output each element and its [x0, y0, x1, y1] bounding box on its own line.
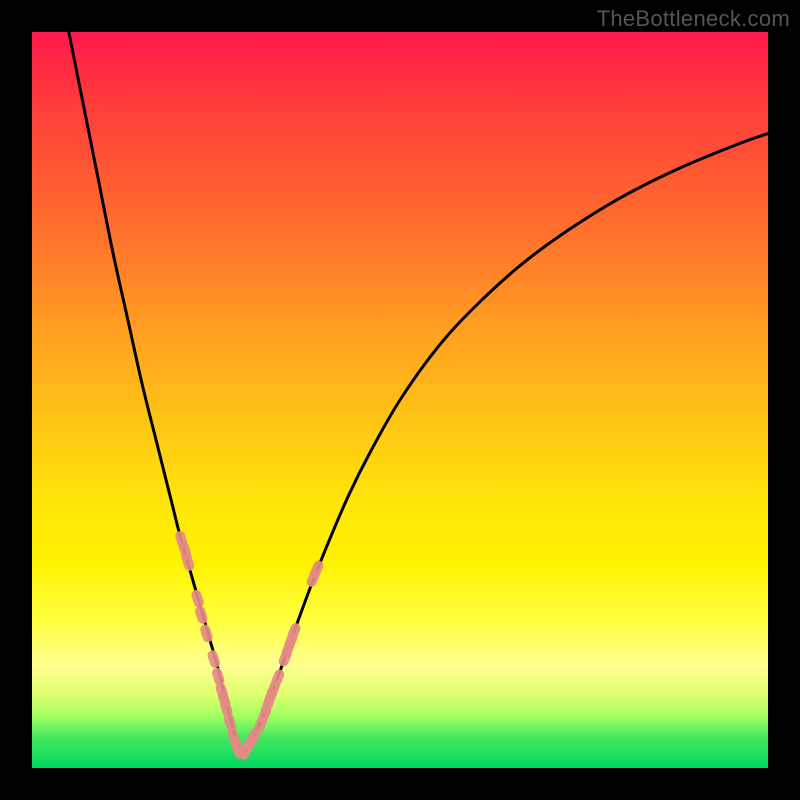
data-marker: [190, 589, 205, 609]
curve-layer: [69, 32, 768, 751]
data-marker: [206, 649, 221, 669]
chart-svg: [32, 32, 768, 768]
right-curve: [245, 134, 768, 752]
left-curve: [69, 32, 238, 751]
watermark-text: TheBottleneck.com: [597, 6, 790, 32]
chart-frame: TheBottleneck.com: [0, 0, 800, 800]
data-marker: [194, 605, 209, 625]
marker-layer: [174, 530, 325, 762]
data-marker: [199, 623, 214, 643]
